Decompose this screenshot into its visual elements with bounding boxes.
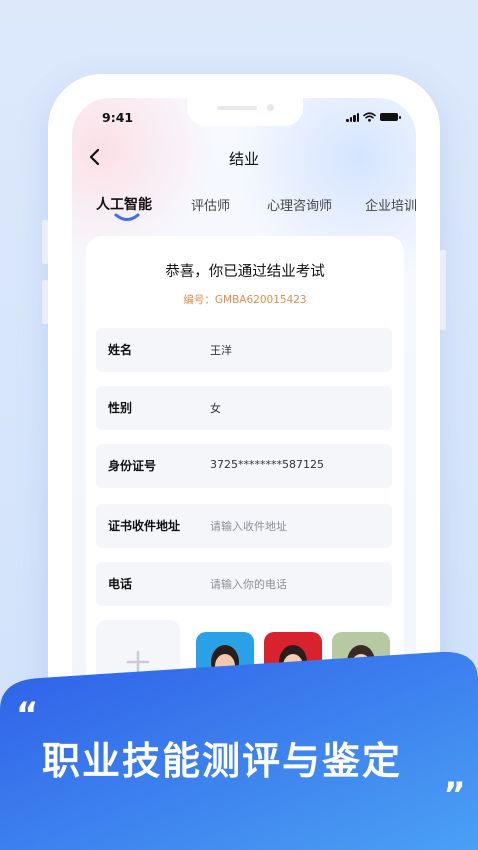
battery-icon bbox=[380, 113, 401, 121]
field-label: 电话 bbox=[108, 577, 133, 591]
front-camera bbox=[267, 104, 274, 111]
phone-side-button-left-2 bbox=[42, 280, 48, 324]
name-value: 王洋 bbox=[210, 344, 232, 357]
quote-open-mark: “ bbox=[16, 695, 39, 735]
status-icons bbox=[346, 112, 401, 122]
tab-enterprise-training[interactable]: 企业培训 bbox=[365, 195, 416, 214]
tab-ai[interactable]: 人工智能 bbox=[96, 194, 152, 214]
field-label: 证书收件地址 bbox=[108, 519, 181, 533]
phone-screen: 9:41 结业 人工智能 评估师 心理咨询师 企业培训 恭喜，你已通过结业考试 … bbox=[72, 98, 416, 738]
gender-value: 女 bbox=[210, 402, 221, 415]
phone-side-button-left bbox=[42, 220, 48, 264]
tab-active-indicator bbox=[114, 213, 140, 221]
page-title: 结业 bbox=[228, 150, 259, 168]
field-gender: 性别 女 bbox=[96, 386, 392, 430]
tab-psychological-counselor[interactable]: 心理咨询师 bbox=[267, 195, 332, 214]
nav-bar: 结业 bbox=[72, 142, 416, 174]
banner-slogan: 职业技能测评与鉴定 bbox=[42, 739, 403, 783]
signal-icon bbox=[346, 112, 359, 122]
phone-input[interactable]: 请输入你的电话 bbox=[210, 576, 287, 592]
field-label: 姓名 bbox=[108, 343, 133, 357]
address-input[interactable]: 请输入收件地址 bbox=[210, 518, 287, 534]
field-label: 身份证号 bbox=[108, 459, 157, 473]
tab-evaluator[interactable]: 评估师 bbox=[191, 195, 230, 214]
status-time: 9:41 bbox=[102, 110, 134, 125]
speaker bbox=[217, 106, 257, 110]
field-address: 证书收件地址 请输入收件地址 bbox=[96, 504, 392, 548]
phone-side-button-right bbox=[440, 250, 446, 330]
phone-notch bbox=[187, 98, 303, 126]
field-phone: 电话 请输入你的电话 bbox=[96, 562, 392, 606]
congrats-title: 恭喜，你已通过结业考试 bbox=[165, 264, 325, 280]
certificate-number: 编号：GMBA620015423 bbox=[183, 294, 307, 306]
id-number-value: 3725********587125 bbox=[210, 458, 324, 471]
field-label: 性别 bbox=[108, 401, 133, 415]
wifi-icon bbox=[363, 112, 376, 122]
category-tabs: 人工智能 评估师 心理咨询师 企业培训 bbox=[96, 194, 416, 222]
field-id-number: 身份证号 3725********587125 bbox=[96, 444, 392, 488]
field-name: 姓名 王洋 bbox=[96, 328, 392, 372]
quote-close-mark: „ bbox=[444, 757, 467, 797]
